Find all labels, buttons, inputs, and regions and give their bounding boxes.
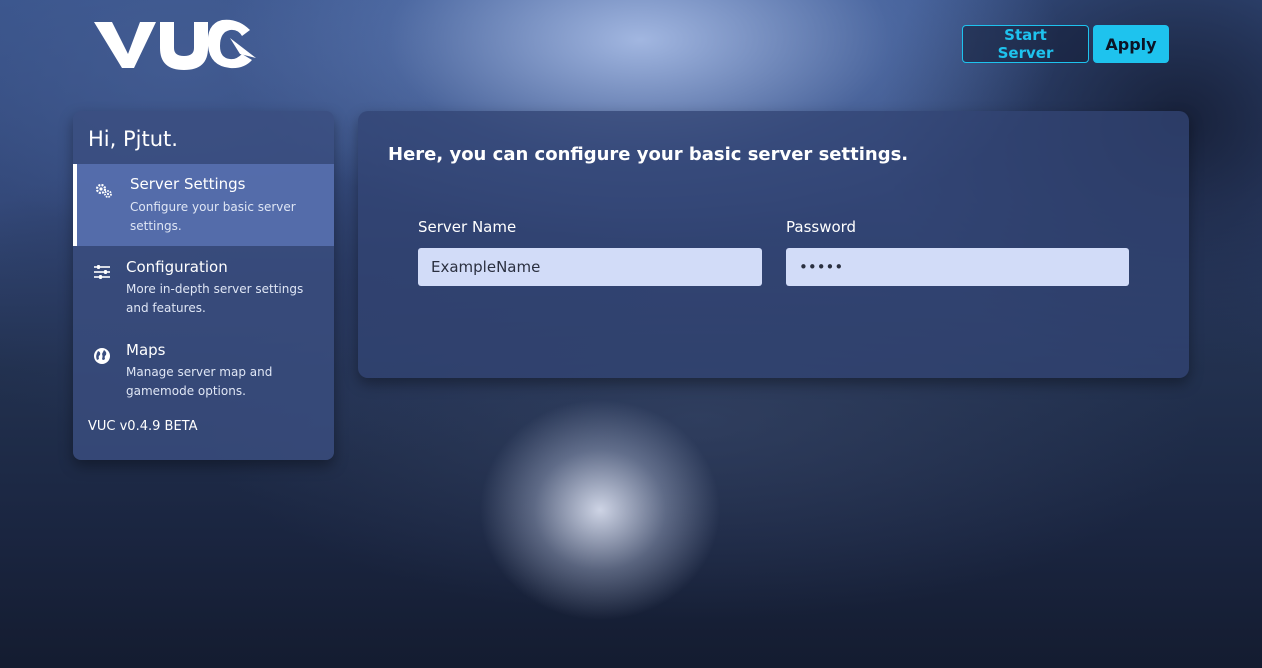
- version-label: VUC v0.4.9 BETA: [88, 419, 198, 434]
- server-name-input[interactable]: [418, 248, 762, 286]
- apply-button[interactable]: Apply: [1093, 25, 1169, 63]
- start-server-button[interactable]: Start Server: [962, 25, 1089, 63]
- logo-graphic: [94, 19, 256, 70]
- header-actions: Start Server Apply: [962, 25, 1169, 63]
- sidebar-item-configuration[interactable]: Configuration More in-depth server setti…: [73, 249, 334, 329]
- globe-icon: [94, 348, 110, 364]
- sidebar-item-desc: Configure your basic server settings.: [130, 200, 296, 233]
- sidebar-item-desc: More in-depth server settings and featur…: [126, 282, 304, 315]
- greeting: Hi, Pjtut.: [88, 127, 178, 151]
- panel-heading: Here, you can configure your basic serve…: [388, 144, 909, 165]
- password-label: Password: [786, 218, 857, 236]
- sidebar-item-maps[interactable]: Maps Manage server map and gamemode opti…: [73, 333, 334, 413]
- server-settings-panel: Here, you can configure your basic serve…: [358, 111, 1189, 378]
- sidebar-item-title: Configuration: [126, 258, 228, 276]
- gears-icon: [95, 183, 112, 198]
- sidebar-item-desc: Manage server map and gamemode options.: [126, 365, 273, 398]
- sliders-icon: [94, 265, 110, 279]
- server-name-label: Server Name: [418, 218, 517, 236]
- sidebar-item-title: Maps: [126, 341, 166, 359]
- vuc-logo: [90, 14, 260, 74]
- sidebar: Hi, Pjtut. Server Settings Configure you…: [73, 111, 334, 460]
- sidebar-item-server-settings[interactable]: Server Settings Configure your basic ser…: [73, 164, 334, 246]
- sidebar-item-title: Server Settings: [130, 175, 246, 193]
- password-input[interactable]: [786, 248, 1129, 286]
